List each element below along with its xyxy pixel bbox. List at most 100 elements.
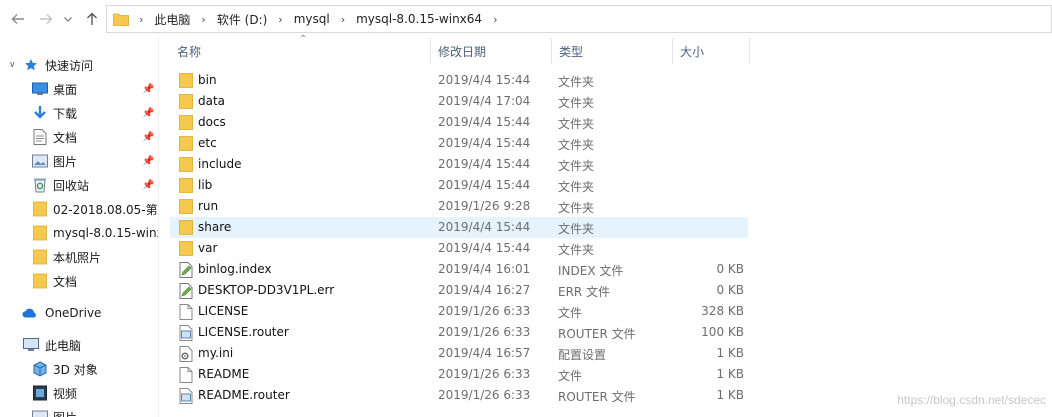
address-bar[interactable]: › 此电脑 › 软件 (D:) › mysql › mysql-8.0.15-w… <box>106 5 1052 33</box>
sidebar-item-pc-pictures[interactable]: 图片 <box>0 406 158 417</box>
breadcrumb-mysql[interactable]: mysql <box>294 12 330 26</box>
file-row[interactable]: var 2019/4/4 15:44 文件夹 <box>170 238 748 259</box>
router-file-icon <box>179 388 193 404</box>
file-list: ⌃ 名称 修改日期 类型 大小 bin 2019/4/4 15:44 文件夹 data… <box>170 34 1052 417</box>
chevron-right-icon[interactable]: › <box>201 13 205 26</box>
file-type: 文件夹 <box>558 180 595 194</box>
sidebar-label: 桌面 <box>53 82 78 97</box>
file-row[interactable]: DESKTOP-DD3V1PL.err 2019/4/4 16:27 ERR 文件 0… <box>170 280 748 301</box>
column-header-type[interactable]: 类型 <box>552 38 672 64</box>
breadcrumb-this-pc[interactable]: 此电脑 <box>154 11 190 28</box>
file-type: 文件夹 <box>558 96 595 110</box>
sidebar-item-desktop[interactable]: 桌面 📌 <box>0 78 158 100</box>
file-name: README.router <box>198 388 290 402</box>
recent-locations-button[interactable] <box>62 9 74 29</box>
up-button[interactable] <box>82 9 102 29</box>
file-row[interactable]: data 2019/4/4 17:04 文件夹 <box>170 91 748 112</box>
file-date: 2019/4/4 15:44 <box>438 115 531 129</box>
folder-icon <box>113 12 129 26</box>
file-size: 1 KB <box>716 346 744 360</box>
file-date: 2019/4/4 17:04 <box>438 94 531 108</box>
file-type: 文件夹 <box>558 222 595 236</box>
sidebar-item-folder-documents[interactable]: 文档 <box>0 270 158 292</box>
pin-icon[interactable]: 📌 <box>142 84 154 95</box>
file-row[interactable]: README 2019/1/26 6:33 文件 1 KB <box>170 364 748 385</box>
file-type: 文件夹 <box>558 75 595 89</box>
chevron-right-icon[interactable]: › <box>493 13 497 26</box>
file-date: 2019/1/26 6:33 <box>438 367 531 381</box>
sidebar-item-3d-objects[interactable]: 3D 对象 <box>0 358 158 380</box>
sidebar-item-downloads[interactable]: 下载 📌 <box>0 102 158 124</box>
sidebar-label: 02-2018.08.05-第二 <box>53 202 158 217</box>
file-date: 2019/4/4 16:57 <box>438 346 531 360</box>
file-row[interactable]: include 2019/4/4 15:44 文件夹 <box>170 154 748 175</box>
cloud-icon <box>22 305 38 321</box>
file-row[interactable]: LICENSE 2019/1/26 6:33 文件 328 KB <box>170 301 748 322</box>
sidebar-item-documents[interactable]: 文档 📌 <box>0 126 158 148</box>
forward-button[interactable] <box>36 9 56 29</box>
pane-divider[interactable] <box>158 38 159 417</box>
address-row: › 此电脑 › 软件 (D:) › mysql › mysql-8.0.15-w… <box>0 0 1052 38</box>
file-type: ERR 文件 <box>558 285 611 299</box>
sidebar-item-folder-mysql[interactable]: mysql-8.0.15-winx <box>0 222 158 244</box>
arrow-left-icon <box>11 14 24 24</box>
file-row[interactable]: my.ini 2019/4/4 16:57 配置设置 1 KB <box>170 343 748 364</box>
column-header-name[interactable]: 名称 <box>170 38 430 64</box>
file-row[interactable]: docs 2019/4/4 15:44 文件夹 <box>170 112 748 133</box>
sidebar-quick-access[interactable]: ∨ 快速访问 <box>0 54 158 76</box>
back-button[interactable] <box>8 9 28 29</box>
folder-icon <box>179 241 193 256</box>
sidebar-label: 文档 <box>53 130 78 145</box>
arrow-up-icon <box>87 12 97 25</box>
file-row[interactable]: lib 2019/4/4 15:44 文件夹 <box>170 175 748 196</box>
sidebar-item-folder-02[interactable]: 02-2018.08.05-第二 <box>0 198 158 220</box>
column-divider[interactable] <box>749 38 750 64</box>
pin-icon[interactable]: 📌 <box>142 180 154 191</box>
file-row[interactable]: LICENSE.router 2019/1/26 6:33 ROUTER 文件 100… <box>170 322 748 343</box>
sidebar-label: mysql-8.0.15-winx <box>53 226 158 240</box>
file-name: lib <box>198 178 213 192</box>
file-name: DESKTOP-DD3V1PL.err <box>198 283 335 297</box>
folder-icon <box>179 73 193 88</box>
sidebar-onedrive[interactable]: OneDrive <box>0 302 158 324</box>
file-type: 文件 <box>558 306 583 320</box>
sidebar-item-folder-photos[interactable]: 本机照片 <box>0 246 158 268</box>
recycle-bin-icon <box>32 177 48 193</box>
file-name: binlog.index <box>198 262 272 276</box>
file-row[interactable]: binlog.index 2019/4/4 16:01 INDEX 文件 0 KB <box>170 259 748 280</box>
sidebar-label: 快速访问 <box>45 58 94 73</box>
pin-icon[interactable]: 📌 <box>142 132 154 143</box>
column-header-size[interactable]: 大小 <box>673 38 749 64</box>
file-row[interactable]: README.router 2019/1/26 6:33 ROUTER 文件 1 KB <box>170 385 748 406</box>
pictures-icon <box>32 153 48 169</box>
folder-icon <box>32 225 48 241</box>
sidebar-item-recycle-bin[interactable]: 回收站 📌 <box>0 174 158 196</box>
file-size: 1 KB <box>716 388 744 402</box>
file-size: 100 KB <box>701 325 744 339</box>
chevron-right-icon[interactable]: › <box>278 13 282 26</box>
file-name: etc <box>198 136 217 150</box>
breadcrumb-drive-d[interactable]: 软件 (D:) <box>217 11 267 28</box>
sidebar-label: 本机照片 <box>53 250 102 265</box>
file-date: 2019/4/4 15:44 <box>438 220 531 234</box>
chevron-right-icon[interactable]: › <box>341 13 345 26</box>
file-row[interactable]: bin 2019/4/4 15:44 文件夹 <box>170 70 748 91</box>
folder-icon <box>179 136 193 151</box>
chevron-down-icon[interactable]: ∨ <box>9 60 16 70</box>
file-name: docs <box>198 115 226 129</box>
sidebar-label: 回收站 <box>53 178 90 193</box>
config-file-icon <box>179 346 193 362</box>
column-header-date[interactable]: 修改日期 <box>431 38 551 64</box>
file-row[interactable]: share 2019/4/4 15:44 文件夹 <box>170 217 748 238</box>
file-row[interactable]: run 2019/1/26 9:28 文件夹 <box>170 196 748 217</box>
pin-icon[interactable]: 📌 <box>142 108 154 119</box>
file-size: 0 KB <box>716 283 744 297</box>
watermark: https://blog.csdn.net/sdecec <box>897 393 1046 407</box>
pin-icon[interactable]: 📌 <box>142 156 154 167</box>
sidebar-item-pictures[interactable]: 图片 📌 <box>0 150 158 172</box>
file-row[interactable]: etc 2019/4/4 15:44 文件夹 <box>170 133 748 154</box>
sidebar-item-videos[interactable]: 视频 <box>0 382 158 404</box>
breadcrumb-mysql-folder[interactable]: mysql-8.0.15-winx64 <box>356 12 482 26</box>
sidebar-this-pc[interactable]: 此电脑 <box>0 334 158 356</box>
file-type: ROUTER 文件 <box>558 327 636 341</box>
